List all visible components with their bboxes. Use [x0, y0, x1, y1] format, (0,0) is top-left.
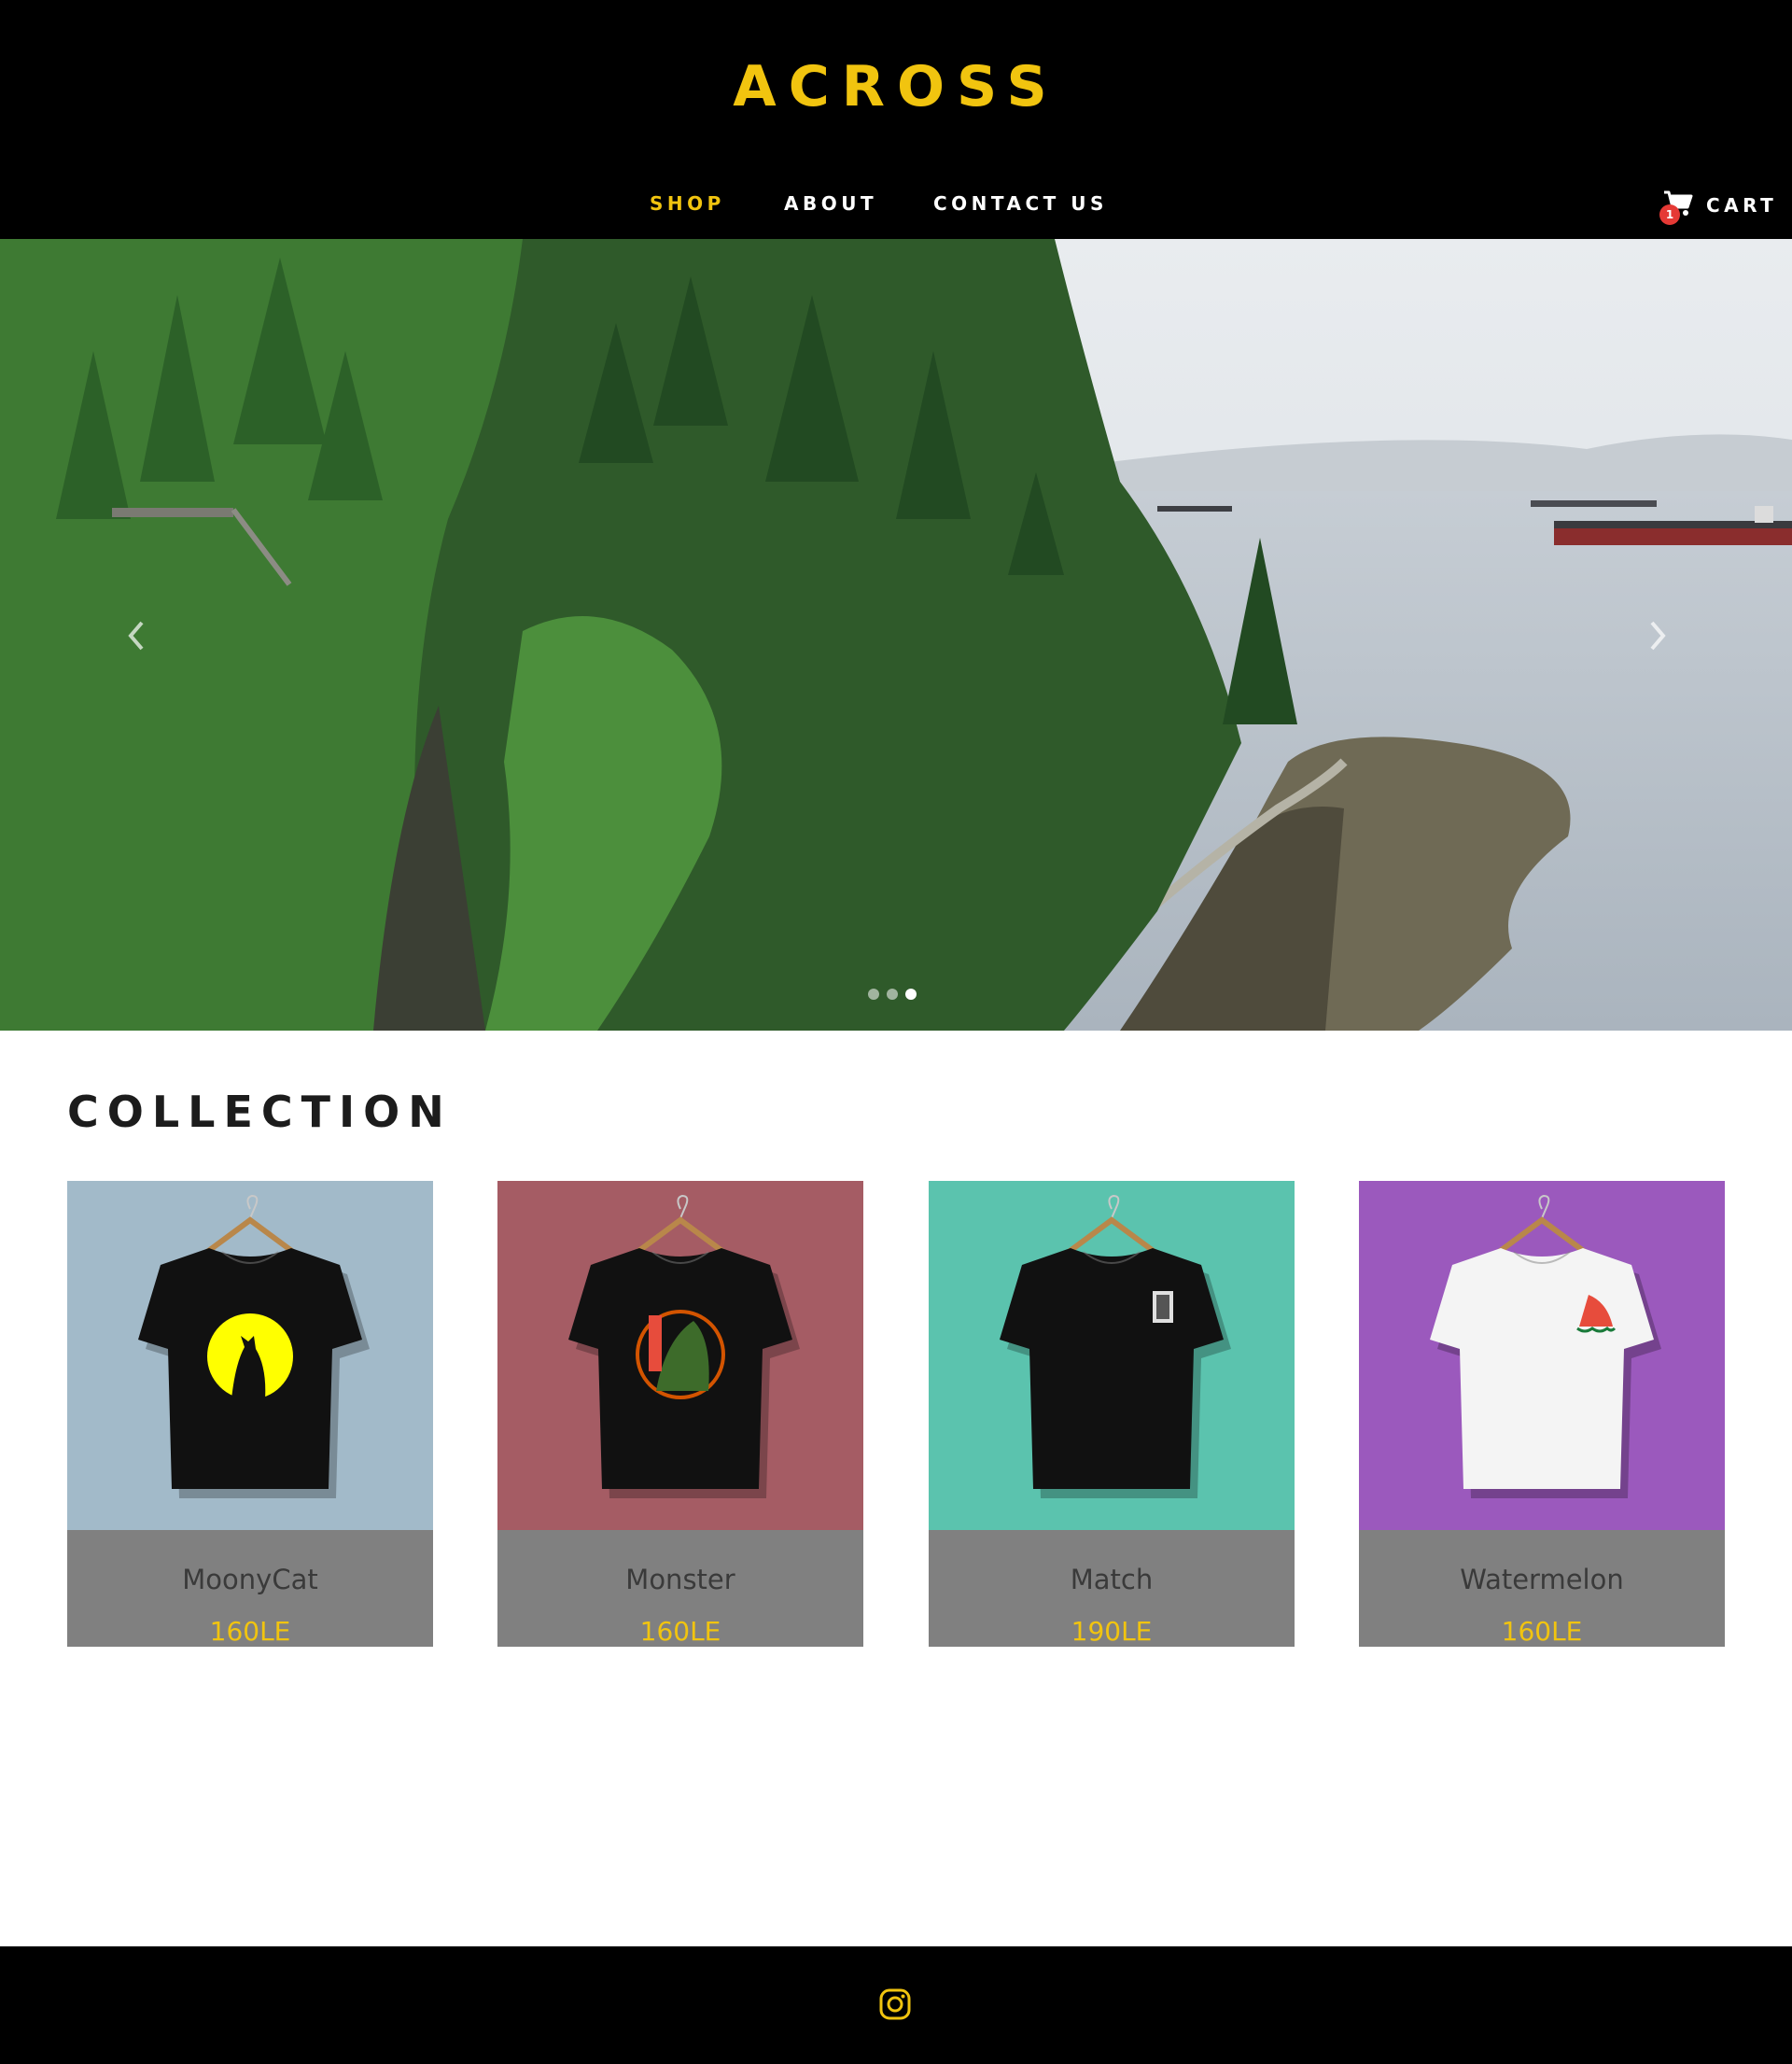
product-image — [67, 1181, 433, 1530]
product-info: MoonyCat 160LE — [67, 1530, 433, 1647]
main-nav: SHOP ABOUT CONTACT US — [0, 192, 1792, 220]
chevron-left-icon — [128, 621, 144, 651]
product-info: Watermelon 160LE — [1359, 1530, 1725, 1647]
site-logo[interactable]: ACROSS — [0, 54, 1792, 119]
product-price: 160LE — [209, 1616, 291, 1647]
product-name: MoonyCat — [182, 1564, 318, 1595]
tshirt-match-icon — [929, 1181, 1295, 1530]
slider-dot[interactable] — [868, 989, 879, 1000]
cart-button[interactable]: 1 CART — [1659, 187, 1778, 225]
product-price: 160LE — [639, 1616, 721, 1647]
slider-next-button[interactable] — [1639, 608, 1676, 664]
product-image — [1359, 1181, 1725, 1530]
product-name: Match — [1070, 1564, 1154, 1595]
tshirt-moon-cat-icon — [67, 1181, 433, 1530]
site-header: ACROSS SHOP ABOUT CONTACT US 1 CART — [0, 0, 1792, 239]
product-name: Monster — [625, 1564, 735, 1595]
product-card[interactable]: Watermelon 160LE — [1359, 1181, 1725, 1647]
product-price: 160LE — [1501, 1616, 1583, 1647]
nav-about[interactable]: ABOUT — [784, 192, 877, 215]
product-name: Watermelon — [1460, 1564, 1624, 1595]
product-card[interactable]: Match 190LE — [929, 1181, 1295, 1647]
product-card[interactable]: MoonyCat 160LE — [67, 1181, 433, 1647]
slider-prev-button[interactable] — [118, 608, 155, 664]
nav-shop[interactable]: SHOP — [650, 192, 725, 215]
nav-contact-us[interactable]: CONTACT US — [933, 192, 1108, 215]
product-info: Match 190LE — [929, 1530, 1295, 1647]
hero-image — [0, 239, 1792, 1031]
hero-slider — [0, 239, 1792, 1031]
slider-dot[interactable] — [887, 989, 898, 1000]
product-card[interactable]: Monster 160LE — [497, 1181, 863, 1647]
instagram-link[interactable] — [878, 1987, 912, 2021]
slider-dot-active[interactable] — [905, 989, 917, 1000]
tshirt-monster-icon — [497, 1181, 863, 1530]
product-info: Monster 160LE — [497, 1530, 863, 1647]
product-price: 190LE — [1071, 1616, 1153, 1647]
collection-heading: COLLECTION — [67, 1087, 453, 1137]
cart-count-badge: 1 — [1659, 204, 1680, 225]
instagram-icon — [879, 1988, 911, 2020]
chevron-right-icon — [1650, 621, 1666, 651]
product-image — [497, 1181, 863, 1530]
cart-label: CART — [1706, 194, 1778, 217]
tshirt-watermelon-icon — [1359, 1181, 1725, 1530]
cart-icon: 1 — [1659, 190, 1693, 225]
slider-indicators — [868, 989, 924, 1002]
product-image — [929, 1181, 1295, 1530]
